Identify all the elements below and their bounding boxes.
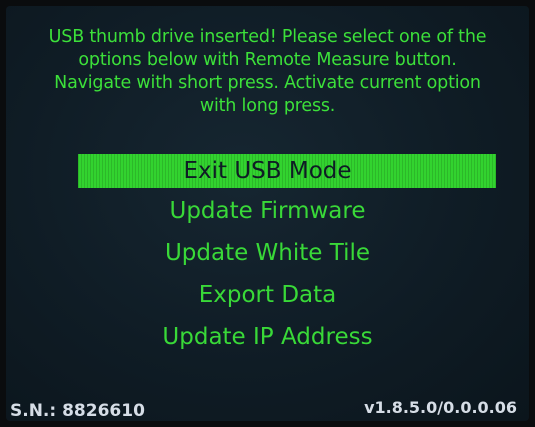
menu-item-update-white-tile[interactable]: Update White Tile — [6, 232, 529, 274]
message-line: options below with Remote Measure button… — [78, 50, 457, 70]
menu-item-export-data[interactable]: Export Data — [6, 274, 529, 316]
serial-number: S.N.: 8826610 — [10, 401, 145, 421]
menu-item-label: Update IP Address — [162, 324, 373, 350]
menu-item-label: Export Data — [198, 282, 337, 308]
menu-item-label: Update Firmware — [169, 198, 366, 224]
device-screen: USB thumb drive inserted! Please select … — [6, 6, 529, 421]
message-line: USB thumb drive inserted! Please select … — [48, 27, 487, 47]
menu-item-update-ip-address[interactable]: Update IP Address — [6, 316, 529, 358]
menu-item-label: Update White Tile — [164, 240, 371, 266]
menu-item-update-firmware[interactable]: Update Firmware — [6, 190, 529, 232]
firmware-version: v1.8.5.0/0.0.0.06 — [364, 398, 517, 417]
message-line: Navigate with short press. Activate curr… — [54, 73, 481, 93]
message-line: with long press. — [199, 96, 336, 116]
usb-options-menu: Exit USB Mode Update Firmware Update Whi… — [6, 148, 529, 358]
device-bezel: USB thumb drive inserted! Please select … — [0, 0, 535, 427]
usb-inserted-message: USB thumb drive inserted! Please select … — [6, 26, 529, 118]
menu-item-label: Exit USB Mode — [183, 158, 352, 184]
menu-item-exit-usb-mode[interactable]: Exit USB Mode — [6, 148, 529, 190]
